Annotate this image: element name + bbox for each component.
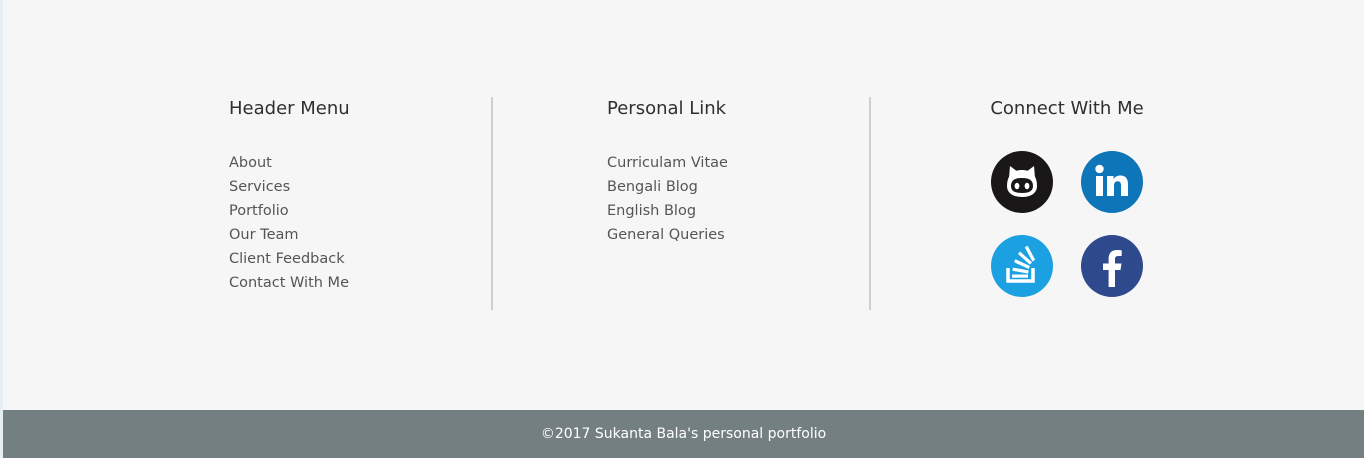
page: Header Menu About Services Portfolio Our…	[0, 0, 1364, 458]
github-icon[interactable]	[991, 151, 1053, 213]
connect-title: Connect With Me	[990, 98, 1144, 119]
link-portfolio[interactable]: Portfolio	[229, 199, 479, 223]
linkedin-icon[interactable]	[1081, 151, 1143, 213]
facebook-icon[interactable]	[1081, 235, 1143, 297]
link-general-queries[interactable]: General Queries	[607, 223, 857, 247]
column-divider	[869, 97, 871, 310]
copyright-text: ©2017 Sukanta Bala's personal portfolio	[540, 426, 827, 442]
personal-link-list: Curriculam Vitae Bengali Blog English Bl…	[607, 151, 857, 247]
link-client-feedback[interactable]: Client Feedback	[229, 247, 479, 271]
personal-link-title: Personal Link	[607, 98, 727, 119]
header-menu-column: Header Menu About Services Portfolio Our…	[229, 97, 479, 295]
column-divider	[491, 97, 493, 310]
stackoverflow-icon[interactable]	[991, 235, 1053, 297]
link-bengali-blog[interactable]: Bengali Blog	[607, 175, 857, 199]
connect-column: Connect With Me	[873, 97, 1261, 297]
link-our-team[interactable]: Our Team	[229, 223, 479, 247]
link-contact-with-me[interactable]: Contact With Me	[229, 271, 479, 295]
link-english-blog[interactable]: English Blog	[607, 199, 857, 223]
footer-bar: ©2017 Sukanta Bala's personal portfolio	[3, 410, 1364, 458]
header-menu-list: About Services Portfolio Our Team Client…	[229, 151, 479, 295]
social-icons	[873, 151, 1261, 297]
footer-main: Header Menu About Services Portfolio Our…	[3, 0, 1364, 410]
personal-link-column: Personal Link Curriculam Vitae Bengali B…	[607, 97, 857, 247]
link-curriculam-vitae[interactable]: Curriculam Vitae	[607, 151, 857, 175]
link-services[interactable]: Services	[229, 175, 479, 199]
link-about[interactable]: About	[229, 151, 479, 175]
header-menu-title: Header Menu	[229, 98, 350, 119]
